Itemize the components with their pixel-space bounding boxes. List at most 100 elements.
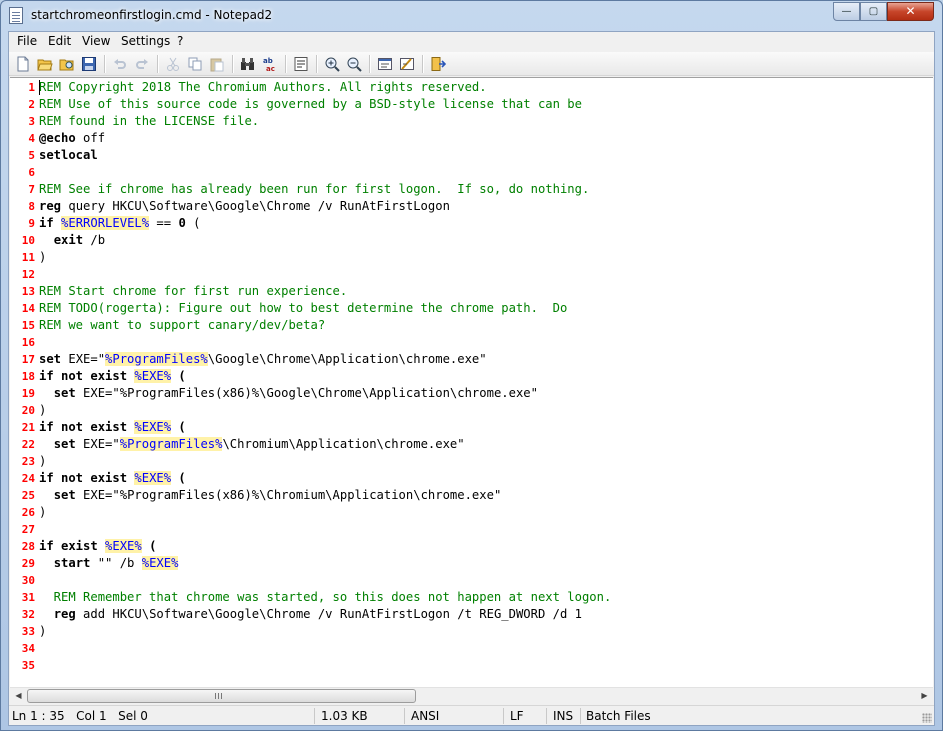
line-number: 19 (21, 387, 35, 400)
plain-text (39, 233, 54, 247)
code-line[interactable]: reg query HKCU\Software\Google\Chrome /v… (39, 198, 450, 215)
keyword-text: set (53, 437, 76, 451)
menu-settings[interactable]: Settings (119, 34, 172, 48)
line-number: 23 (21, 455, 35, 468)
line-number: 10 (21, 234, 35, 247)
menu-bar: File Edit View Settings ? (9, 32, 934, 52)
open-folder-icon[interactable] (37, 56, 53, 72)
notepad-app-icon[interactable] (9, 7, 23, 24)
code-line[interactable]: if not exist %EXE% ( (39, 368, 186, 385)
variable-text: %ERRORLEVEL% (61, 216, 150, 230)
code-line[interactable]: if not exist %EXE% ( (39, 470, 186, 487)
browse-icon[interactable] (59, 56, 75, 72)
menu-view[interactable]: View (80, 34, 112, 48)
plain-text (39, 556, 54, 570)
keyword-text: set (53, 488, 76, 502)
plain-text: \Chromium\Application\chrome.exe" (222, 437, 465, 451)
resize-grip-icon[interactable] (922, 713, 932, 723)
code-line[interactable]: set EXE="%ProgramFiles%\Google\Chrome\Ap… (39, 351, 487, 368)
scrollbar-thumb[interactable] (27, 689, 416, 703)
menu-edit[interactable]: Edit (46, 34, 73, 48)
code-line[interactable]: set EXE="%ProgramFiles(x86)%\Google\Chro… (39, 385, 538, 402)
variable-text: %ProgramFiles% (119, 437, 223, 451)
code-line[interactable]: REM Use of this source code is governed … (39, 96, 582, 113)
code-line[interactable]: if exist %EXE% ( (39, 538, 156, 555)
close-button[interactable]: ✕ (887, 2, 934, 21)
code-line[interactable]: ) (39, 453, 46, 470)
redo-icon[interactable] (134, 56, 150, 72)
new-file-icon[interactable] (15, 56, 31, 72)
find-icon[interactable] (240, 56, 256, 72)
paste-icon[interactable] (209, 56, 225, 72)
variable-text: %ProgramFiles% (105, 352, 208, 366)
replace-icon[interactable]: ab ac (262, 56, 278, 72)
code-line[interactable]: setlocal (39, 147, 98, 164)
code-line[interactable]: REM TODO(rogerta): Figure out how to bes… (39, 300, 567, 317)
maximize-button[interactable]: ▢ (860, 2, 887, 21)
client-area: File Edit View Settings ? ab ac 1 2 3 4 … (8, 31, 935, 726)
code-line[interactable]: REM Start chrome for first run experienc… (39, 283, 347, 300)
code-line[interactable]: REM we want to support canary/dev/beta? (39, 317, 325, 334)
copy-icon[interactable] (187, 56, 203, 72)
line-number: 7 (28, 183, 35, 196)
code-line[interactable]: ) (39, 402, 46, 419)
keyword-text: reg (53, 607, 76, 621)
menu-help[interactable]: ? (175, 34, 185, 48)
code-line[interactable]: REM Copyright 2018 The Chromium Authors.… (39, 79, 487, 96)
plain-text: ) (39, 250, 47, 264)
code-line[interactable]: ) (39, 249, 46, 266)
exit-icon[interactable] (430, 56, 446, 72)
menu-file[interactable]: File (15, 34, 39, 48)
scroll-left-arrow-icon[interactable]: ◀ (10, 688, 27, 704)
line-number: 20 (21, 404, 35, 417)
comment-text: REM See if chrome has already been run f… (39, 182, 590, 196)
code-line[interactable]: @echo off (39, 130, 105, 147)
plain-text: EXE=" (61, 352, 106, 366)
title-bar[interactable]: startchromeonfirstlogin.cmd - Notepad2 —… (1, 1, 942, 31)
code-line[interactable]: if not exist %EXE% ( (39, 419, 186, 436)
word-wrap-icon[interactable] (293, 56, 309, 72)
code-line[interactable]: set EXE="%ProgramFiles(x86)%\Chromium\Ap… (39, 487, 502, 504)
customize-scheme-icon[interactable] (399, 56, 415, 72)
cut-icon[interactable] (165, 56, 181, 72)
window-title: startchromeonfirstlogin.cmd - Notepad2 (31, 8, 273, 22)
comment-text: REM Remember that chrome was started, so… (39, 590, 612, 604)
code-line[interactable]: set EXE="%ProgramFiles%\Chromium\Applica… (39, 436, 465, 453)
keyword-text: if exist (39, 539, 98, 553)
keyword-text: set (53, 386, 76, 400)
code-line[interactable]: ) (39, 504, 46, 521)
notepad2-window: startchromeonfirstlogin.cmd - Notepad2 —… (0, 0, 943, 731)
horizontal-scrollbar[interactable]: ◀ ▶ (10, 687, 933, 704)
plain-text: ( (185, 216, 201, 230)
code-line[interactable]: reg add HKCU\Software\Google\Chrome /v R… (39, 606, 582, 623)
save-icon[interactable] (81, 56, 97, 72)
keyword-text: @echo (39, 131, 76, 145)
code-line[interactable]: REM found in the LICENSE file. (39, 113, 259, 130)
status-line-ending[interactable]: LF (510, 709, 524, 723)
code-line[interactable]: exit /b (39, 232, 105, 249)
status-scheme[interactable]: Batch Files (586, 709, 651, 723)
status-encoding[interactable]: ANSI (411, 709, 439, 723)
minimize-button[interactable]: — (833, 2, 860, 21)
keyword-text: if not exist (39, 369, 128, 383)
plain-text: add HKCU\Software\Google\Chrome /v RunAt… (75, 607, 582, 621)
variable-text: %EXE% (141, 556, 179, 570)
scroll-right-arrow-icon[interactable]: ▶ (916, 688, 933, 704)
scheme-icon[interactable] (377, 56, 393, 72)
undo-icon[interactable] (112, 56, 128, 72)
plain-text: EXE="%ProgramFiles(x86)%\Google\Chrome\A… (75, 386, 538, 400)
line-number: 32 (21, 608, 35, 621)
code-line[interactable]: REM See if chrome has already been run f… (39, 181, 589, 198)
zoom-out-icon[interactable] (346, 56, 362, 72)
code-line[interactable]: start "" /b %EXE% (39, 555, 179, 572)
zoom-in-icon[interactable] (324, 56, 340, 72)
comment-text: REM found in the LICENSE file. (39, 114, 260, 128)
code-line[interactable]: if %ERRORLEVEL% == 0 ( (39, 215, 200, 232)
keyword-text: ( (141, 539, 157, 553)
plain-text (98, 539, 105, 553)
code-line[interactable]: REM Remember that chrome was started, so… (39, 589, 612, 606)
plain-text (39, 386, 54, 400)
code-editor[interactable]: 1 2 3 4 5 6 7 8 9 10 11 12 13 14 15 16 17 18 19 20 21 22 23 24 2… (10, 77, 933, 687)
code-line[interactable]: ) (39, 623, 46, 640)
plain-text: == (149, 216, 179, 230)
